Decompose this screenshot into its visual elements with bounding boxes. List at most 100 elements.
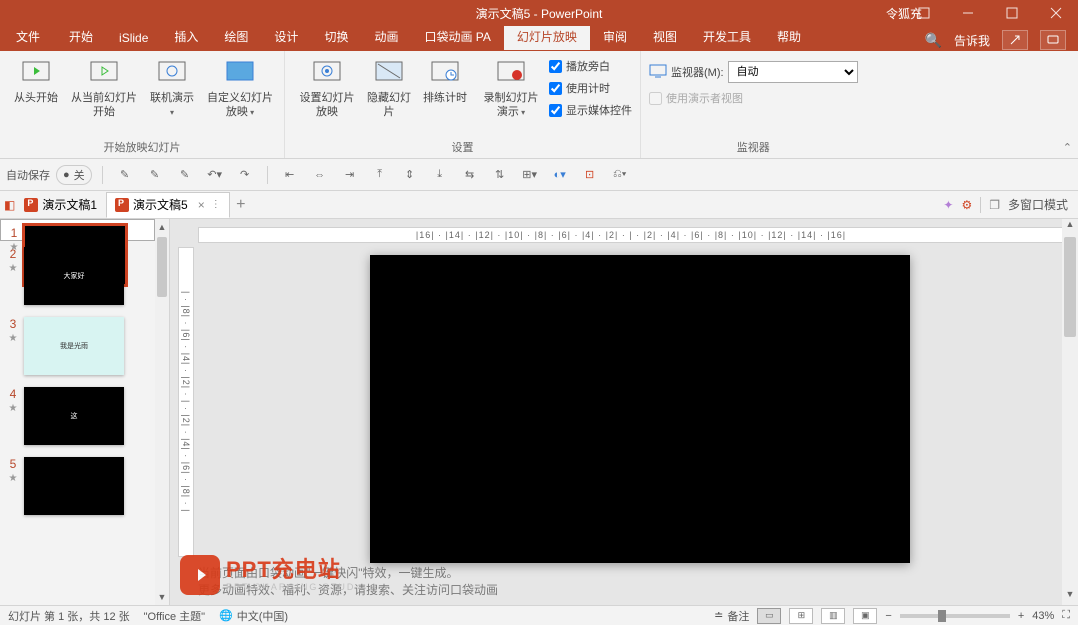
view-reading-icon[interactable]: ▥	[821, 608, 845, 624]
tab-开发工具[interactable]: 开发工具	[690, 23, 764, 50]
selection-icon[interactable]: ⊡	[578, 163, 602, 187]
tab-file[interactable]: 文件	[6, 23, 56, 50]
ruler-vertical[interactable]: | · |8| · |6| · |4| · |2| · | · |2| · |4…	[178, 247, 194, 557]
close-icon[interactable]	[1034, 0, 1078, 26]
group-setup: 设置幻灯片放映 隐藏幻灯片 排练计时 录制幻灯片演示 ▾ 播放旁白 使用计时 显…	[285, 51, 641, 158]
animation-star-icon: ★	[9, 473, 18, 484]
watermark-logo-icon	[180, 555, 220, 595]
tab-幻灯片放映[interactable]: 幻灯片放映	[504, 23, 590, 50]
animation-star-icon: ★	[9, 333, 18, 344]
monitor-select[interactable]: 自动	[728, 61, 858, 83]
tab-开始[interactable]: 开始	[56, 23, 106, 50]
autosave-toggle[interactable]: ● 关	[56, 165, 92, 185]
align-middle-icon[interactable]: ⇕	[398, 163, 422, 187]
tab-口袋动画 PA[interactable]: 口袋动画 PA	[411, 23, 503, 50]
zoom-out-icon[interactable]: −	[885, 610, 891, 622]
custom-slideshow-button[interactable]: 自定义幻灯片放映 ▾	[204, 55, 276, 122]
view-normal-icon[interactable]: ▭	[757, 608, 781, 624]
tab-menu-icon[interactable]: ⋮	[211, 199, 221, 210]
tab-iSlide[interactable]: iSlide	[106, 26, 161, 50]
ribbon-options-icon[interactable]	[902, 0, 946, 26]
media-controls-checkbox[interactable]: 显示媒体控件	[549, 99, 632, 121]
eyedropper-icon[interactable]: ✎	[113, 163, 137, 187]
tab-审阅[interactable]: 审阅	[590, 23, 640, 50]
online-present-label: 联机演示	[150, 92, 194, 104]
arrange-icon[interactable]: ⎌▾	[608, 163, 632, 187]
custom-slideshow-label: 自定义幻灯片放映	[207, 92, 273, 118]
view-sorter-icon[interactable]: ⊞	[789, 608, 813, 624]
online-present-button[interactable]: 联机演示▾	[144, 55, 200, 122]
slide-thumbnails-panel: 1★2★大家好3★我是光雨4★这5★ ▲▼	[0, 219, 170, 605]
collapse-ribbon-icon[interactable]: ⌃	[1063, 141, 1072, 154]
nav-icon[interactable]: ◧	[4, 198, 15, 212]
distribute-h-icon[interactable]: ⇆	[458, 163, 482, 187]
timing-checkbox[interactable]: 使用计时	[549, 77, 632, 99]
status-theme[interactable]: "Office 主题"	[144, 608, 205, 624]
tab-帮助[interactable]: 帮助	[764, 23, 814, 50]
search-icon[interactable]: 🔍	[925, 32, 942, 49]
narration-checkbox[interactable]: 播放旁白	[549, 55, 632, 77]
play-presentation-icon	[20, 57, 52, 89]
eyedropper2-icon[interactable]: ✎	[143, 163, 167, 187]
status-slide[interactable]: 幻灯片 第 1 张，共 12 张	[8, 608, 130, 624]
rehearse-button[interactable]: 排练计时	[417, 55, 473, 107]
comments-icon[interactable]	[1040, 30, 1066, 50]
align-left-icon[interactable]: ⇤	[278, 163, 302, 187]
record-button[interactable]: 录制幻灯片演示 ▾	[477, 55, 545, 122]
slide-edit-area: |16| · |14| · |12| · |10| · |8| · |6| · …	[170, 219, 1078, 605]
chevron-down-icon: ▾	[248, 108, 254, 117]
combine-icon[interactable]: ◐▾	[548, 163, 572, 187]
tab-切换[interactable]: 切换	[311, 23, 361, 50]
thumb-slide-5[interactable]: 5★	[0, 451, 155, 521]
presenter-view-checkbox[interactable]: 使用演示者视图	[649, 87, 743, 109]
sparkle-icon[interactable]: ✦	[943, 198, 953, 212]
view-slideshow-icon[interactable]: ▣	[853, 608, 877, 624]
thumb-slide-2[interactable]: 2★大家好	[0, 241, 155, 311]
minimize-icon[interactable]	[946, 0, 990, 26]
tab-动画[interactable]: 动画	[361, 23, 411, 50]
add-tab-button[interactable]: +	[230, 196, 252, 214]
setup-slideshow-button[interactable]: 设置幻灯片放映	[293, 55, 361, 122]
doc-tab-1[interactable]: 演示文稿1	[15, 192, 106, 218]
zoom-value[interactable]: 43%	[1032, 610, 1054, 622]
align-center-icon[interactable]: ⇔	[308, 163, 332, 187]
tab-绘图[interactable]: 绘图	[211, 23, 261, 50]
from-current-button[interactable]: 从当前幻灯片开始	[68, 55, 140, 122]
close-tab-icon[interactable]: ×	[198, 198, 205, 212]
doc-tab-2[interactable]: 演示文稿5×⋮	[106, 192, 230, 218]
group-start-slideshow: 从头开始 从当前幻灯片开始 联机演示▾ 自定义幻灯片放映 ▾ 开始放映幻灯片	[0, 51, 285, 158]
zoom-slider[interactable]	[900, 614, 1010, 618]
from-beginning-button[interactable]: 从头开始	[8, 55, 64, 107]
gear-icon[interactable]: ⚙	[961, 198, 972, 212]
group-icon[interactable]: ⊞▾	[518, 163, 542, 187]
slide-canvas[interactable]	[370, 255, 910, 563]
thumb-slide-1[interactable]: 1★	[0, 219, 155, 241]
zoom-in-icon[interactable]: +	[1018, 610, 1024, 622]
ribbon: 从头开始 从当前幻灯片开始 联机演示▾ 自定义幻灯片放映 ▾ 开始放映幻灯片 设…	[0, 51, 1078, 159]
align-right-icon[interactable]: ⇥	[338, 163, 362, 187]
tellme-label[interactable]: 告诉我	[954, 32, 990, 49]
share-icon[interactable]	[1002, 30, 1028, 50]
align-top-icon[interactable]: ⤒	[368, 163, 392, 187]
maximize-icon[interactable]	[990, 0, 1034, 26]
align-bottom-icon[interactable]: ⤓	[428, 163, 452, 187]
tab-插入[interactable]: 插入	[161, 23, 211, 50]
distribute-v-icon[interactable]: ⇅	[488, 163, 512, 187]
tab-视图[interactable]: 视图	[640, 23, 690, 50]
editor-scrollbar[interactable]: ▲▼	[1062, 219, 1078, 605]
multiwindow-label[interactable]: 多窗口模式	[1008, 196, 1068, 213]
status-lang[interactable]: 🌐 中文(中国)	[219, 608, 288, 624]
thumb-slide-4[interactable]: 4★这	[0, 381, 155, 451]
hide-slide-label: 隐藏幻灯片	[367, 91, 411, 120]
undo-icon[interactable]: ↶▾	[203, 163, 227, 187]
tab-设计[interactable]: 设计	[261, 23, 311, 50]
play-current-icon	[88, 57, 120, 89]
redo-icon[interactable]: ↷	[233, 163, 257, 187]
thumb-slide-3[interactable]: 3★我是光雨	[0, 311, 155, 381]
ruler-horizontal[interactable]: |16| · |14| · |12| · |10| · |8| · |6| · …	[198, 227, 1064, 243]
eyedropper3-icon[interactable]: ✎	[173, 163, 197, 187]
fit-window-icon[interactable]: ⛶	[1062, 609, 1070, 622]
hide-slide-button[interactable]: 隐藏幻灯片	[365, 55, 413, 122]
thumbs-scrollbar[interactable]: ▲▼	[155, 219, 169, 605]
notes-toggle[interactable]: ≐ 备注	[714, 608, 749, 624]
